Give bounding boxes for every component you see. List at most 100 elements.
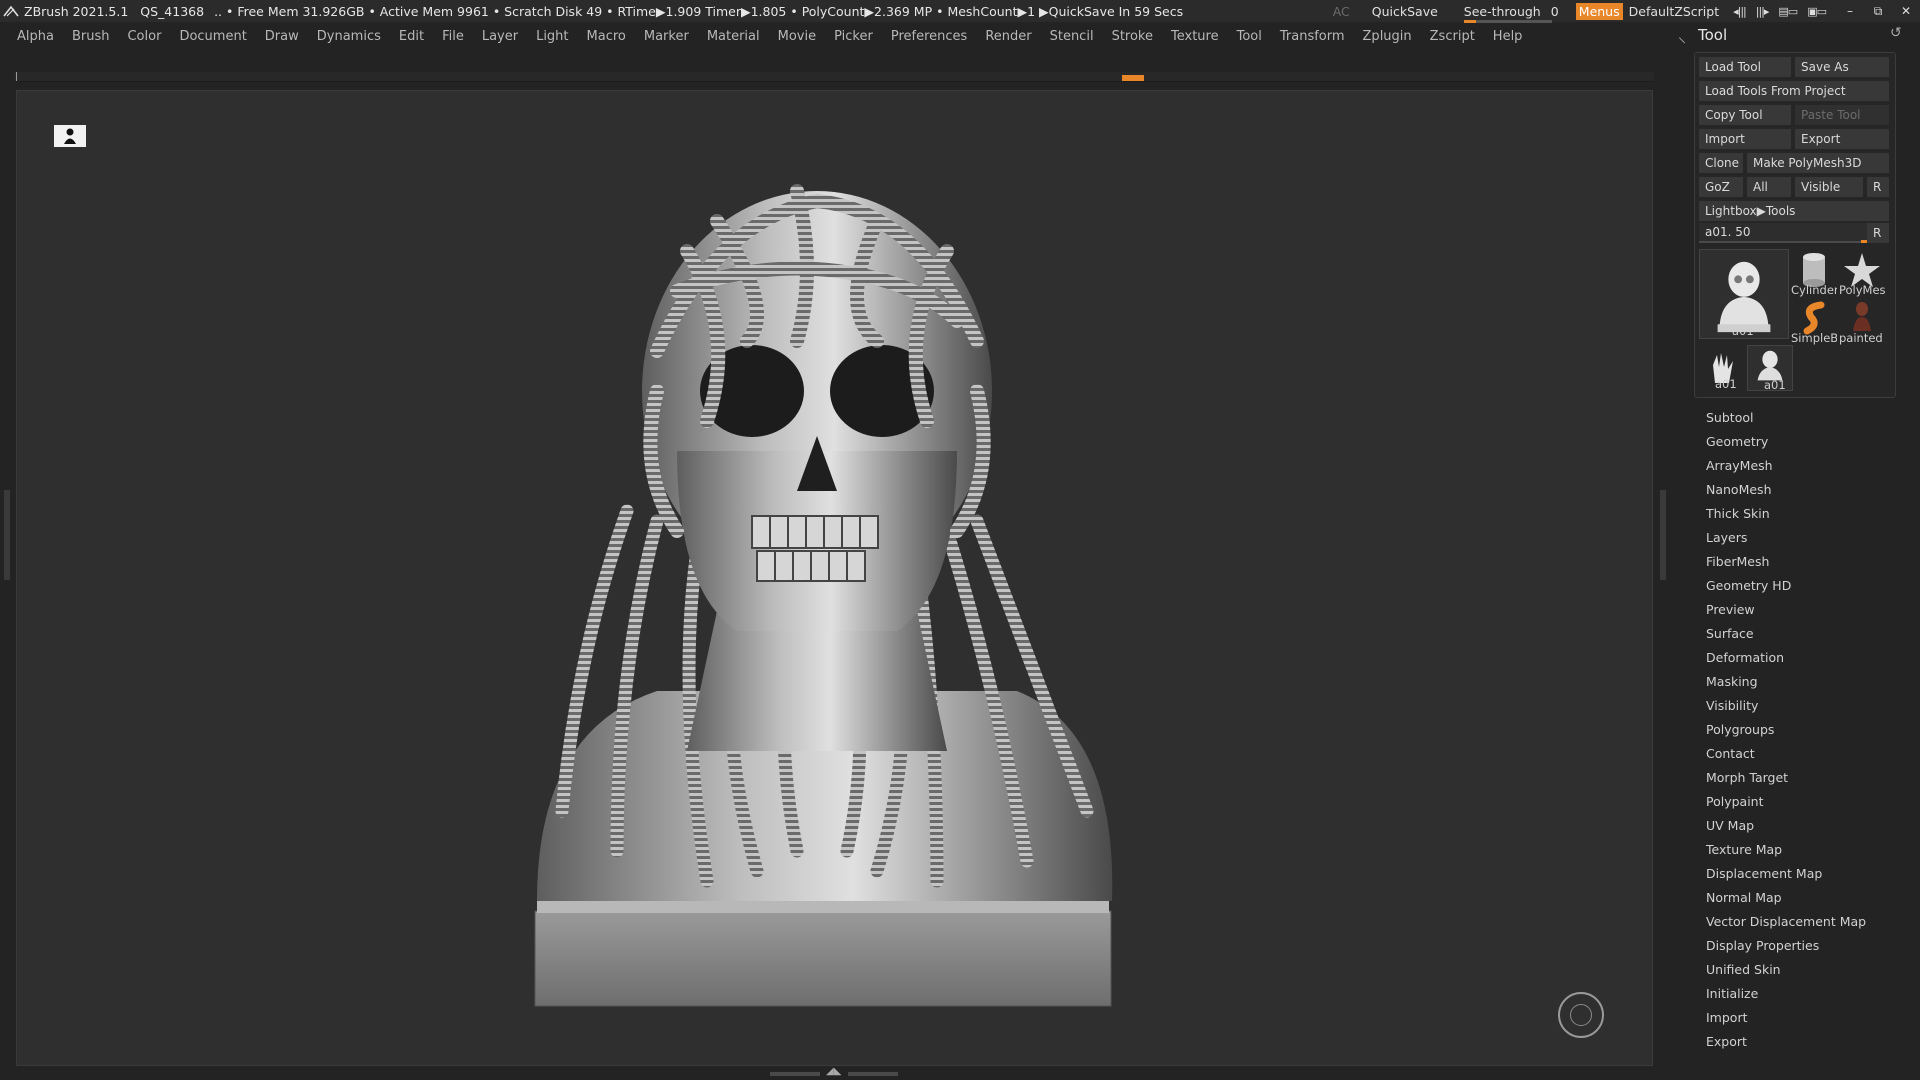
subpalette-display-properties[interactable]: Display Properties (1706, 934, 1906, 958)
menu-material[interactable]: Material (698, 29, 769, 44)
menu-stroke[interactable]: Stroke (1103, 29, 1162, 44)
reset-icon[interactable]: ↺ (1890, 25, 1902, 41)
tool-thumb-cylinder[interactable]: Cylinder (1791, 249, 1837, 297)
subpalette-subtool[interactable]: Subtool (1706, 406, 1906, 430)
menu-light[interactable]: Light (527, 29, 577, 44)
goz-r-button[interactable]: R (1867, 177, 1889, 197)
paste-tool-button[interactable]: Paste Tool (1795, 105, 1889, 125)
pin-icon[interactable]: ⸜ (1678, 25, 1686, 47)
left-tray-handle[interactable] (4, 490, 10, 580)
menu-render[interactable]: Render (976, 29, 1040, 44)
goz-all-button[interactable]: All (1747, 177, 1791, 197)
menu-brush[interactable]: Brush (63, 29, 119, 44)
layout-next-icon[interactable]: |||▸ (1756, 5, 1770, 18)
ac-button[interactable]: AC (1333, 4, 1350, 19)
menu-edit[interactable]: Edit (390, 29, 433, 44)
close-button[interactable]: ✕ (1892, 4, 1920, 18)
bottom-handle-right (848, 1072, 898, 1076)
load-tools-from-project-button[interactable]: Load Tools From Project (1699, 81, 1889, 101)
menu-macro[interactable]: Macro (578, 29, 635, 44)
slider-r-button[interactable]: R (1867, 223, 1889, 243)
menu-document[interactable]: Document (170, 29, 255, 44)
menu-preferences[interactable]: Preferences (882, 29, 976, 44)
subpalette-uv-map[interactable]: UV Map (1706, 814, 1906, 838)
subpalette-morph-target[interactable]: Morph Target (1706, 766, 1906, 790)
subpalette-import[interactable]: Import (1706, 1006, 1906, 1030)
subpalette-geometry[interactable]: Geometry (1706, 430, 1906, 454)
ui-layout-icon[interactable]: ▤▭ (1778, 5, 1798, 18)
menu-tool[interactable]: Tool (1228, 29, 1271, 44)
quicksave-button[interactable]: QuickSave (1372, 4, 1438, 19)
menu-zplugin[interactable]: Zplugin (1354, 29, 1421, 44)
title-bar: ZBrush 2021.5.1 QS_41368 .. • Free Mem 3… (0, 0, 1920, 23)
subpalette-displacement-map[interactable]: Displacement Map (1706, 862, 1906, 886)
export-button[interactable]: Export (1795, 129, 1889, 149)
subpalette-nanomesh[interactable]: NanoMesh (1706, 478, 1906, 502)
goz-visible-button[interactable]: Visible (1795, 177, 1863, 197)
expand-arrows-icon[interactable]: ◢◣ (826, 1066, 841, 1077)
see-through-slider[interactable]: See-through 0 (1463, 4, 1559, 23)
menus-toggle[interactable]: Menus (1575, 2, 1623, 20)
subpalette-surface[interactable]: Surface (1706, 622, 1906, 646)
ui-swap-icon[interactable]: ▣▭ (1807, 5, 1827, 18)
top-shelf[interactable] (14, 72, 1654, 82)
subpalette-preview[interactable]: Preview (1706, 598, 1906, 622)
menu-stencil[interactable]: Stencil (1041, 29, 1103, 44)
tool-thumb-simplebrush[interactable]: SimpleB (1791, 297, 1837, 345)
subpalette-contact[interactable]: Contact (1706, 742, 1906, 766)
import-button[interactable]: Import (1699, 129, 1791, 149)
subpalette-export[interactable]: Export (1706, 1030, 1906, 1054)
copy-tool-button[interactable]: Copy Tool (1699, 105, 1791, 125)
bottom-tray-handle[interactable]: ◢◣ (770, 1066, 900, 1078)
load-tool-button[interactable]: Load Tool (1699, 57, 1791, 77)
tool-thumb-a01-bust[interactable]: a01 (1747, 345, 1793, 392)
canvas-viewport[interactable] (16, 90, 1653, 1066)
subpalette-fibermesh[interactable]: FiberMesh (1706, 550, 1906, 574)
tool-thumb-a01-hand[interactable]: a01 (1699, 345, 1745, 391)
active-tool-slider[interactable]: a01. 50 (1699, 223, 1873, 243)
status-stats: .. • Free Mem 31.926GB • Active Mem 9961… (214, 3, 1184, 19)
subpalette-vector-displacement-map[interactable]: Vector Displacement Map (1706, 910, 1906, 934)
subpalette-polypaint[interactable]: Polypaint (1706, 790, 1906, 814)
minimize-button[interactable]: – (1836, 4, 1864, 18)
make-polymesh3d-button[interactable]: Make PolyMesh3D (1747, 153, 1889, 173)
thumb-label-a01: a01 (1732, 324, 1754, 338)
menu-help[interactable]: Help (1484, 29, 1532, 44)
menu-zscript[interactable]: Zscript (1421, 29, 1484, 44)
menu-texture[interactable]: Texture (1162, 29, 1228, 44)
menu-picker[interactable]: Picker (825, 29, 882, 44)
menu-transform[interactable]: Transform (1271, 29, 1354, 44)
layout-prev-icon[interactable]: ◂||| (1733, 5, 1747, 18)
subpalette-visibility[interactable]: Visibility (1706, 694, 1906, 718)
goz-button[interactable]: GoZ (1699, 177, 1743, 197)
tool-thumb-a01[interactable]: a01 (1699, 249, 1789, 339)
menu-marker[interactable]: Marker (635, 29, 698, 44)
save-as-button[interactable]: Save As (1795, 57, 1889, 77)
menu-file[interactable]: File (433, 29, 473, 44)
subpalette-geometry-hd[interactable]: Geometry HD (1706, 574, 1906, 598)
subpalette-polygroups[interactable]: Polygroups (1706, 718, 1906, 742)
navigation-gizmo-icon[interactable] (1558, 992, 1604, 1038)
menu-color[interactable]: Color (118, 29, 170, 44)
right-tray-handle[interactable] (1660, 490, 1666, 580)
subpalette-initialize[interactable]: Initialize (1706, 982, 1906, 1006)
subpalette-arraymesh[interactable]: ArrayMesh (1706, 454, 1906, 478)
subpalette-deformation[interactable]: Deformation (1706, 646, 1906, 670)
subpalette-normal-map[interactable]: Normal Map (1706, 886, 1906, 910)
menu-alpha[interactable]: Alpha (8, 29, 63, 44)
menu-layer[interactable]: Layer (473, 29, 527, 44)
subpalette-thick-skin[interactable]: Thick Skin (1706, 502, 1906, 526)
restore-button[interactable]: ⧉ (1864, 4, 1892, 19)
tool-thumb-polymesh[interactable]: PolyMes (1839, 249, 1885, 297)
default-zscript-button[interactable]: DefaultZScript (1629, 4, 1720, 19)
subpalette-layers[interactable]: Layers (1706, 526, 1906, 550)
clone-button[interactable]: Clone (1699, 153, 1743, 173)
menu-movie[interactable]: Movie (769, 29, 825, 44)
tool-thumb-painted[interactable]: painted (1839, 297, 1885, 345)
lightbox-tools-button[interactable]: Lightbox▶Tools (1699, 201, 1889, 221)
menu-dynamics[interactable]: Dynamics (308, 29, 390, 44)
menu-draw[interactable]: Draw (256, 29, 308, 44)
subpalette-masking[interactable]: Masking (1706, 670, 1906, 694)
subpalette-unified-skin[interactable]: Unified Skin (1706, 958, 1906, 982)
subpalette-texture-map[interactable]: Texture Map (1706, 838, 1906, 862)
